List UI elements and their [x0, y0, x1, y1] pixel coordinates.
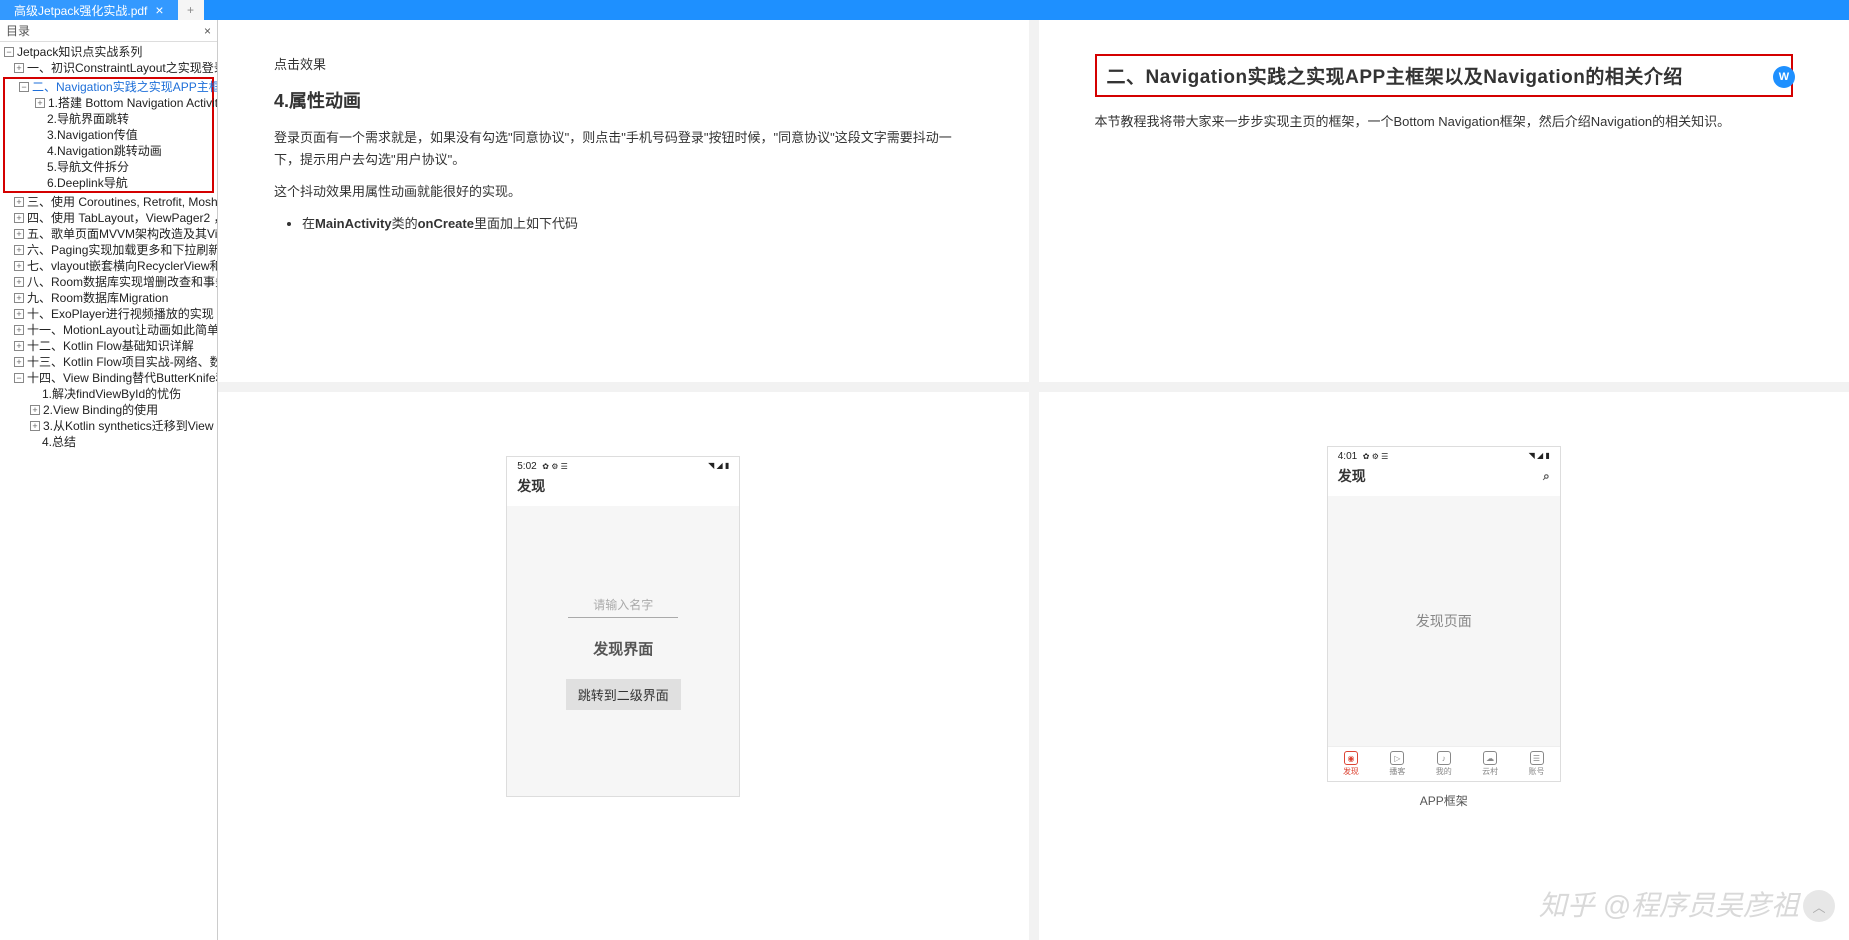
sidebar-title: 目录 [6, 22, 30, 39]
toc-subitem[interactable]: +2.View Binding的使用 [0, 402, 217, 418]
toc-subitem[interactable]: +3.从Kotlin synthetics迁移到View Bindin [0, 418, 217, 434]
toc-item[interactable]: +六、Paging实现加载更多和下拉刷新，错误 [0, 242, 217, 258]
phone-mockup: 4:01 ✿ ⚙ ☰ ◥ ◢ ▮ 发现 ⌕ 发现页面 ◉发现 ▷播客 [1327, 446, 1561, 782]
phone-nav-button: 跳转到二级界面 [566, 679, 681, 710]
toc-subitem[interactable]: +1.搭建 Bottom Navigation Activity [5, 95, 212, 111]
highlighted-section: −二、Navigation实践之实现APP主框架以及Na +1.搭建 Botto… [3, 77, 214, 193]
toc-subitem[interactable]: 4.总结 [0, 434, 217, 450]
list-item: 在MainActivity类的onCreate里面加上如下代码 [302, 213, 973, 235]
phone-input-placeholder: 请输入名字 [568, 592, 678, 618]
toc-subitem[interactable]: 3.Navigation传值 [5, 127, 212, 143]
toc-item[interactable]: +八、Room数据库实现增删改查和事务处理 [0, 274, 217, 290]
tab-bar: 高级Jetpack强化实战.pdf × + [0, 0, 1849, 20]
toc-item[interactable]: +三、使用 Coroutines, Retrofit, Moshi实现网 [0, 194, 217, 210]
document-tab[interactable]: 高级Jetpack强化实战.pdf × [0, 0, 178, 20]
phone-mockup: 5:02 ✿ ⚙ ☰ ◥ ◢ ▮ 发现 请输入名字 发现界面 跳转到二级界面 [506, 456, 740, 797]
toc-item[interactable]: +九、Room数据库Migration [0, 290, 217, 306]
toc-item[interactable]: +十一、MotionLayout让动画如此简单 [0, 322, 217, 338]
toc-subitem[interactable]: 4.Navigation跳转动画 [5, 143, 212, 159]
section-label: 点击效果 [274, 54, 973, 73]
toc-item[interactable]: +十、ExoPlayer进行视频播放的实现 [0, 306, 217, 322]
close-icon[interactable]: × [155, 3, 163, 17]
toc-subitem[interactable]: 6.Deeplink导航 [5, 175, 212, 191]
toc-item[interactable]: +四、使用 TabLayout，ViewPager2 ，Recy [0, 210, 217, 226]
paragraph: 这个抖动效果用属性动画就能很好的实现。 [274, 181, 973, 203]
search-icon: ⌕ [1543, 469, 1550, 484]
paragraph: 本节教程我将带大家来一步步实现主页的框架，一个Bottom Navigation… [1095, 111, 1794, 133]
nav-item: ◉发现 [1343, 751, 1359, 777]
nav-item: ☁云村 [1482, 751, 1498, 777]
chapter-heading: 二、Navigation实践之实现APP主框架以及Navigation的相关介绍 [1107, 62, 1782, 89]
section-heading: 4.属性动画 [274, 87, 973, 113]
word-badge-icon: W [1773, 66, 1795, 88]
pdf-page: 二、Navigation实践之实现APP主框架以及Navigation的相关介绍… [1039, 20, 1849, 382]
paragraph: 登录页面有一个需求就是，如果没有勾选"同意协议"，则点击"手机号码登录"按钮时候… [274, 127, 973, 171]
toc-item[interactable]: +五、歌单页面MVVM架构改造及其ViewMod [0, 226, 217, 242]
highlighted-title: 二、Navigation实践之实现APP主框架以及Navigation的相关介绍… [1095, 54, 1794, 97]
sidebar-header: 目录 × [0, 20, 217, 42]
toc-item[interactable]: −十四、View Binding替代ButterKnife和Kotli [0, 370, 217, 386]
outline-sidebar: 目录 × −Jetpack知识点实战系列 +一、初识ConstraintLayo… [0, 20, 218, 940]
phone-title: 发现 [507, 474, 739, 506]
toc-item[interactable]: +七、vlayout嵌套横向RecyclerView和Banne [0, 258, 217, 274]
add-tab-button[interactable]: + [178, 0, 204, 20]
figure-caption: APP框架 [1095, 792, 1794, 809]
table-of-contents: −Jetpack知识点实战系列 +一、初识ConstraintLayout之实现… [0, 42, 217, 940]
document-viewport[interactable]: 点击效果 4.属性动画 登录页面有一个需求就是，如果没有勾选"同意协议"，则点击… [218, 20, 1849, 940]
pdf-page: 点击效果 4.属性动画 登录页面有一个需求就是，如果没有勾选"同意协议"，则点击… [218, 20, 1029, 382]
phone-bottom-nav: ◉发现 ▷播客 ♪我的 ☁云村 ☰账号 [1328, 746, 1560, 781]
toc-item[interactable]: +十三、Kotlin Flow项目实战-网络、数据库和 [0, 354, 217, 370]
nav-item: ♪我的 [1436, 751, 1452, 777]
tab-title: 高级Jetpack强化实战.pdf [14, 2, 147, 19]
watermark: 知乎 @程序员吴彦祖 [1539, 884, 1799, 924]
nav-item: ☰账号 [1529, 751, 1545, 777]
toc-subitem[interactable]: 1.解决findViewById的忧伤 [0, 386, 217, 402]
toc-subitem[interactable]: 5.导航文件拆分 [5, 159, 212, 175]
phone-screen-label: 发现界面 [593, 638, 653, 659]
toc-root[interactable]: −Jetpack知识点实战系列 [0, 44, 217, 60]
phone-body-text: 发现页面 [1416, 611, 1472, 631]
toc-item-selected[interactable]: −二、Navigation实践之实现APP主框架以及Na [5, 79, 212, 95]
toc-item[interactable]: +一、初识ConstraintLayout之实现登录页面 [0, 60, 217, 76]
phone-status-bar: 5:02 ✿ ⚙ ☰ ◥ ◢ ▮ [507, 457, 739, 474]
scroll-top-button[interactable]: ︿ [1803, 890, 1835, 922]
toc-item[interactable]: +十二、Kotlin Flow基础知识详解 [0, 338, 217, 354]
phone-status-bar: 4:01 ✿ ⚙ ☰ ◥ ◢ ▮ [1328, 447, 1560, 464]
pdf-page: 4:01 ✿ ⚙ ☰ ◥ ◢ ▮ 发现 ⌕ 发现页面 ◉发现 ▷播客 [1039, 392, 1849, 940]
toc-subitem[interactable]: 2.导航界面跳转 [5, 111, 212, 127]
phone-title: 发现 ⌕ [1328, 464, 1560, 496]
close-icon[interactable]: × [204, 24, 211, 38]
nav-item: ▷播客 [1389, 751, 1405, 777]
pdf-page: 5:02 ✿ ⚙ ☰ ◥ ◢ ▮ 发现 请输入名字 发现界面 跳转到二级界面 [218, 392, 1029, 940]
